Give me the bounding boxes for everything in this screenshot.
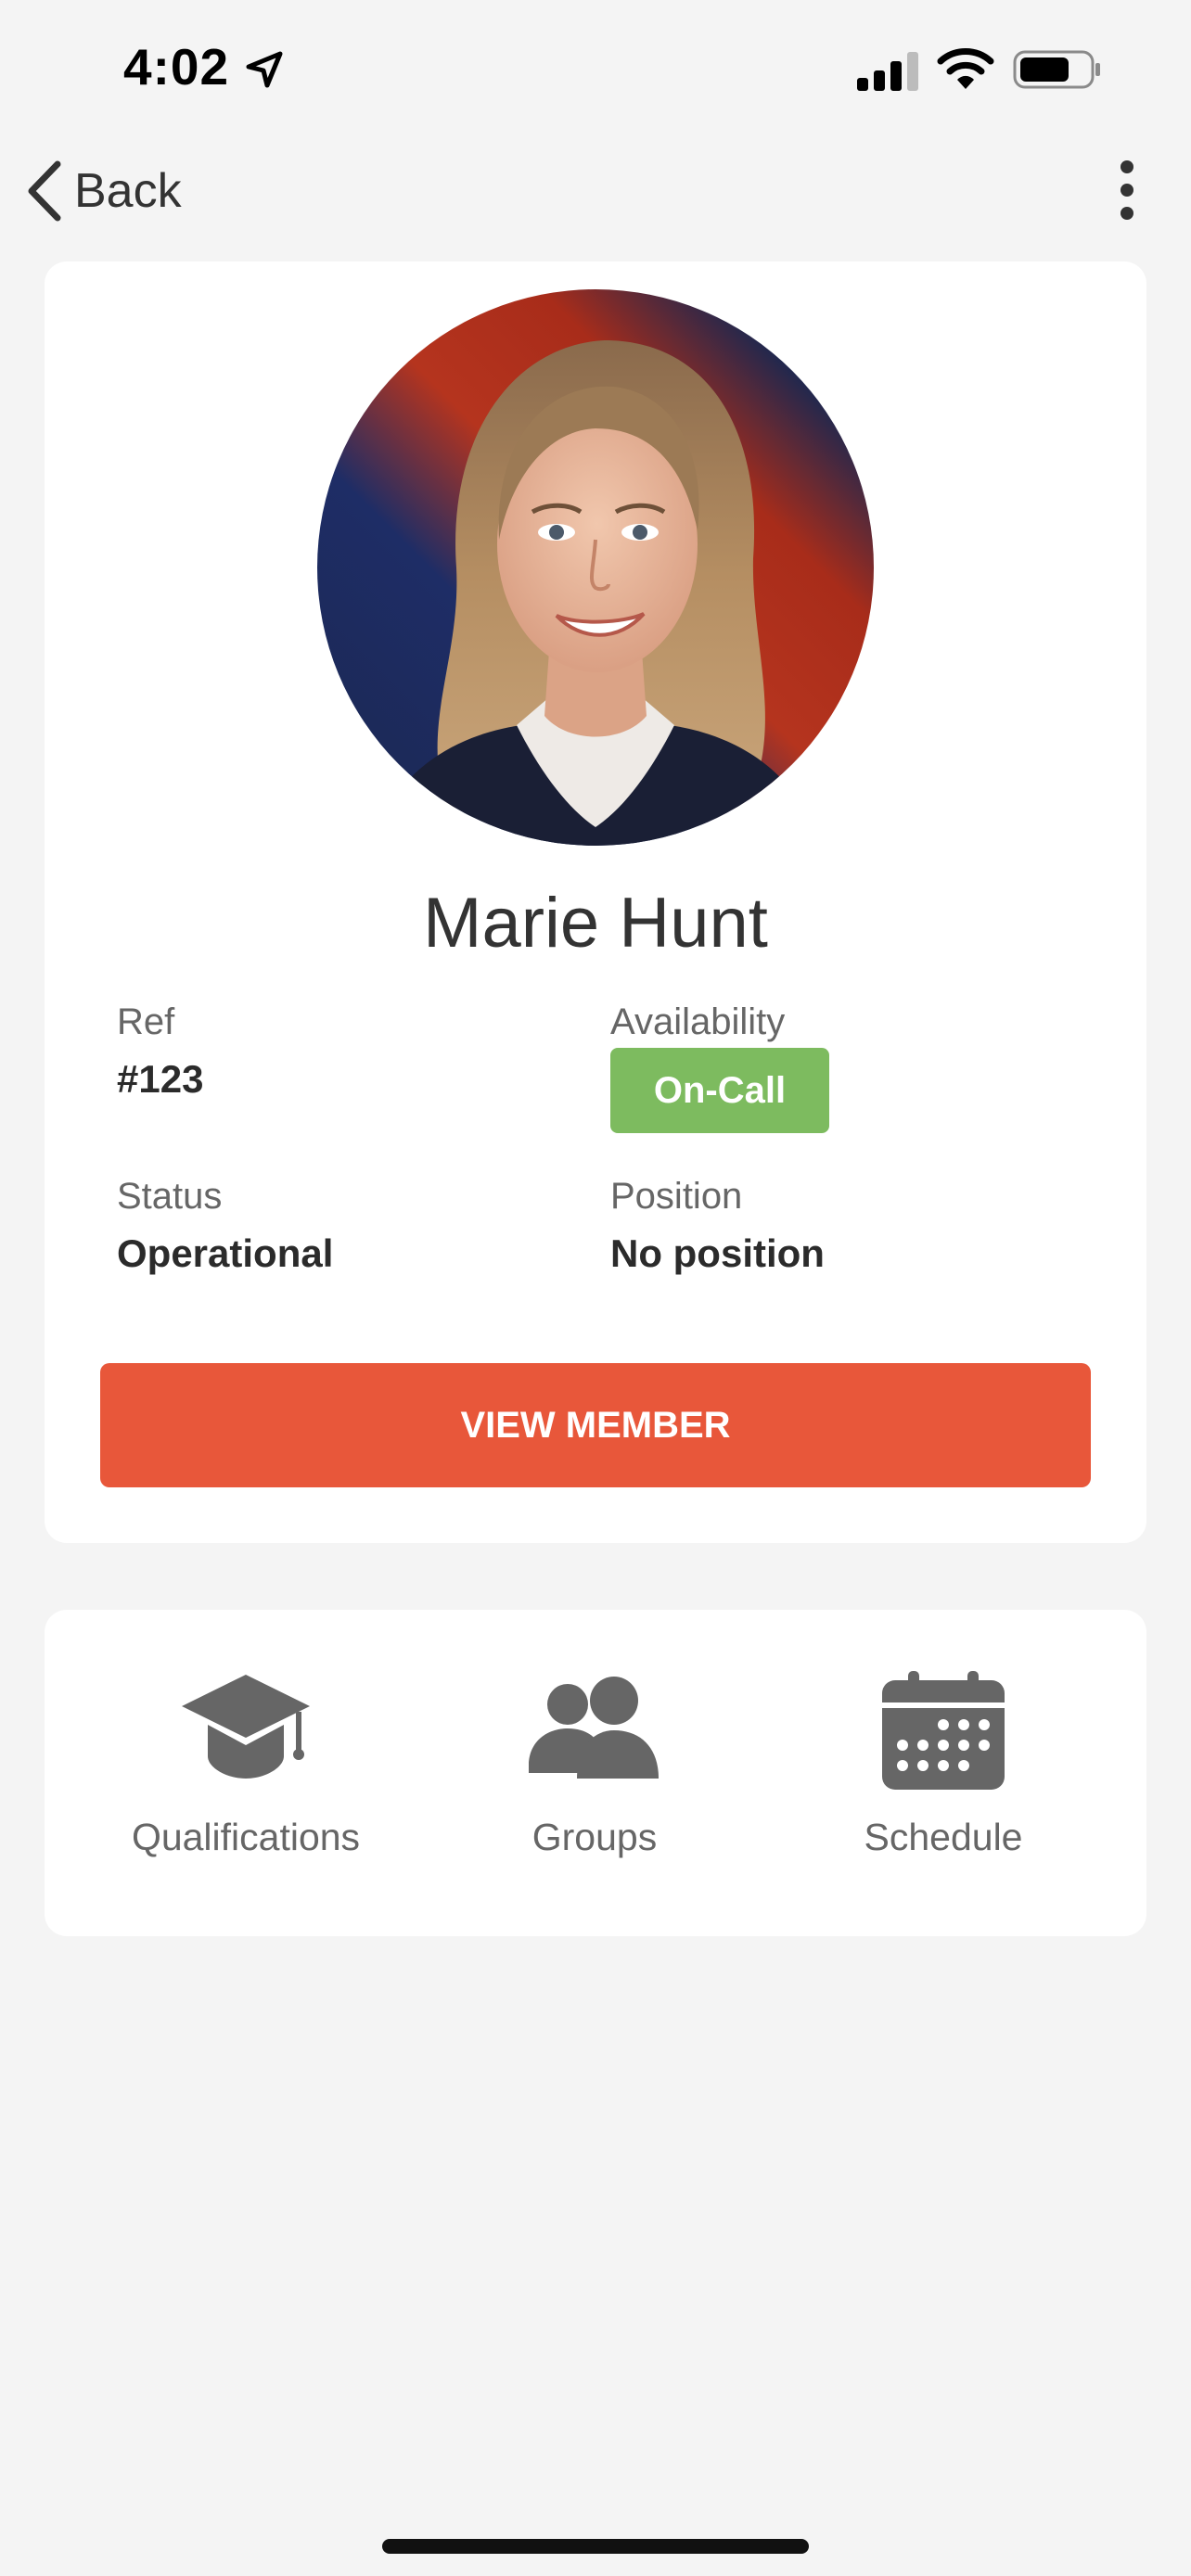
status-value: Operational bbox=[117, 1231, 334, 1275]
schedule-shortcut[interactable]: Schedule bbox=[769, 1610, 1118, 1936]
calendar-icon bbox=[882, 1671, 1005, 1790]
view-member-button[interactable]: VIEW MEMBER bbox=[100, 1363, 1091, 1487]
more-options-icon[interactable] bbox=[1104, 158, 1150, 223]
avatar bbox=[317, 289, 874, 846]
cellular-signal-icon bbox=[857, 52, 918, 91]
availability-badge: On-Call bbox=[610, 1048, 829, 1133]
qualifications-shortcut[interactable]: Qualifications bbox=[71, 1610, 420, 1936]
location-arrow-icon bbox=[246, 51, 283, 88]
member-name: Marie Hunt bbox=[423, 884, 768, 963]
users-icon bbox=[529, 1677, 659, 1779]
status-label: Status bbox=[117, 1176, 223, 1217]
availability-label: Availability bbox=[610, 1001, 786, 1042]
wifi-icon bbox=[937, 48, 994, 89]
back-label: Back bbox=[74, 164, 182, 218]
groups-shortcut[interactable]: Groups bbox=[420, 1610, 769, 1936]
position-label: Position bbox=[610, 1176, 743, 1217]
schedule-label: Schedule bbox=[864, 1816, 1023, 1858]
groups-label: Groups bbox=[531, 1816, 658, 1858]
battery-icon bbox=[1013, 50, 1100, 89]
position-value: No position bbox=[610, 1231, 825, 1275]
qualifications-label: Qualifications bbox=[131, 1816, 361, 1858]
profile-card: Marie Hunt Ref #123 Availability On-Call… bbox=[45, 261, 1146, 1543]
profile-photo bbox=[317, 289, 874, 846]
graduation-cap-icon bbox=[182, 1675, 310, 1779]
home-indicator[interactable] bbox=[382, 2539, 809, 2554]
status-bar: 4:02 bbox=[0, 0, 1191, 139]
ref-value: #123 bbox=[117, 1057, 204, 1101]
shortcuts-card: Qualifications Groups Schedule bbox=[45, 1610, 1146, 1936]
ref-label: Ref bbox=[117, 1001, 175, 1042]
chevron-left-icon bbox=[28, 160, 61, 222]
status-time: 4:02 bbox=[123, 38, 230, 96]
back-button[interactable]: Back bbox=[22, 156, 182, 226]
